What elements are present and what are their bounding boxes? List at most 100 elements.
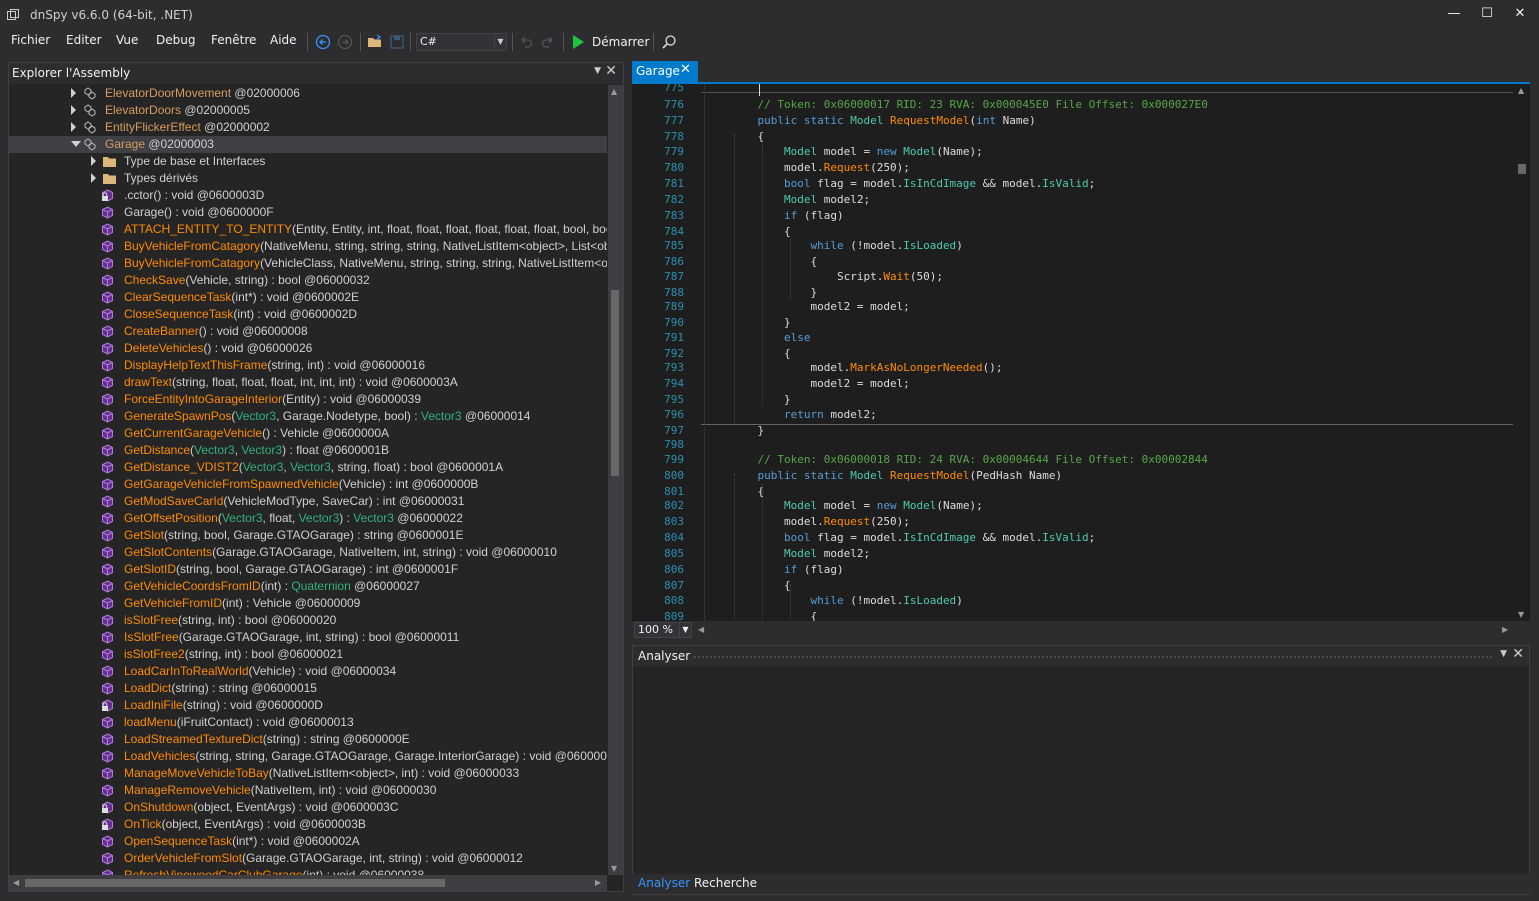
tree-row[interactable]: GetSlotContents(Garage.GTAOGarage, Nativ… (9, 544, 607, 561)
code-line[interactable]: { (731, 255, 817, 269)
tree-row[interactable]: DisplayHelpTextThisFrame(string, int) : … (9, 357, 607, 374)
tree-row[interactable]: drawText(string, float, float, float, in… (9, 374, 607, 391)
tree-row[interactable]: GetCurrentGarageVehicle() : Vehicle @060… (9, 425, 607, 442)
code-line[interactable]: } (731, 424, 764, 438)
save-icon[interactable] (389, 34, 405, 50)
scroll-thumb[interactable] (1518, 164, 1526, 174)
open-folder-icon[interactable] (367, 34, 383, 50)
code-line[interactable]: Model model2; (731, 193, 870, 207)
tree-row[interactable]: CreateBanner() : void @06000008 (9, 323, 607, 340)
code-line[interactable]: // Token: 0x06000017 RID: 23 RVA: 0x0000… (731, 98, 1207, 112)
close-icon[interactable]: ✕ (605, 63, 617, 79)
assembly-tree[interactable]: ElevatorDoorMovement @02000006 ElevatorDo… (9, 85, 607, 875)
tree-row[interactable]: ATTACH_ENTITY_TO_ENTITY(Entity, Entity, … (9, 221, 607, 238)
tree-row[interactable]: .cctor() : void @0600003D (9, 187, 607, 204)
minimize-button[interactable]: — (1439, 3, 1469, 25)
scroll-thumb[interactable] (611, 290, 619, 476)
tree-row[interactable]: ElevatorDoors @02000005 (9, 102, 607, 119)
tree-row[interactable]: Type de base et Interfaces (9, 153, 607, 170)
tree-row[interactable]: BuyVehicleFromCatagory(NativeMenu, strin… (9, 238, 607, 255)
tree-row[interactable]: ManageMoveVehicleToBay(NativeListItem<ob… (9, 765, 607, 782)
language-select[interactable]: C# ▼ (416, 33, 507, 51)
play-icon[interactable] (573, 35, 584, 49)
code-editor[interactable]: 775 776 // Token: 0x06000017 RID: 23 RVA:… (632, 84, 1530, 621)
scroll-up-icon[interactable]: ▲ (1518, 86, 1524, 95)
tree-row[interactable]: CheckSave(Vehicle, string) : bool @06000… (9, 272, 607, 289)
zoom-select[interactable]: 100 % ▼ (634, 622, 692, 638)
tree-row[interactable]: DeleteVehicles() : void @06000026 (9, 340, 607, 357)
tree-row[interactable]: BuyVehicleFromCatagory(VehicleClass, Nat… (9, 255, 607, 272)
tree-row[interactable]: ClearSequenceTask(int*) : void @0600002E (9, 289, 607, 306)
menu-fichier[interactable]: Fichier (11, 33, 50, 47)
code-line[interactable]: model.MarkAsNoLongerNeeded(); (731, 361, 1002, 375)
tree-row[interactable]: GetSlotID(string, bool, Garage.GTAOGarag… (9, 561, 607, 578)
code-line[interactable]: { (731, 130, 764, 144)
scroll-up-icon[interactable]: ▲ (611, 87, 617, 96)
code-line[interactable]: bool flag = model.IsInCdImage && model.I… (731, 531, 1095, 545)
scroll-left-icon[interactable]: ◀ (13, 878, 19, 887)
code-line[interactable]: while (!model.IsLoaded) (731, 239, 962, 253)
code-line[interactable]: // Token: 0x06000018 RID: 24 RVA: 0x0000… (731, 453, 1207, 467)
tree-row[interactable]: GetVehicleCoordsFromID(int) : Quaternion… (9, 578, 607, 595)
code-line[interactable]: } (731, 286, 817, 300)
code-line[interactable]: model2 = model; (731, 300, 909, 314)
scroll-right-icon[interactable]: ▶ (595, 878, 601, 887)
scroll-left-icon[interactable]: ◀ (698, 625, 704, 634)
scroll-thumb[interactable] (25, 879, 445, 887)
redo-icon[interactable] (540, 34, 556, 50)
chevron-down-icon[interactable]: ▼ (1500, 649, 1507, 659)
tree-row[interactable]: EntityFlickerEffect @02000002 (9, 119, 607, 136)
code-line[interactable]: else (731, 331, 811, 345)
tree-row[interactable]: Types dérivés (9, 170, 607, 187)
code-line[interactable]: public static Model RequestModel(int Nam… (731, 114, 1035, 128)
code-line[interactable]: { (731, 485, 764, 499)
collapsed-arrow-icon[interactable] (91, 156, 96, 166)
code-line[interactable]: model.Request(250); (731, 515, 910, 529)
tree-row[interactable]: GetModSaveCarId(VehicleModType, SaveCar)… (9, 493, 607, 510)
tree-row[interactable]: GetVehicleFromID(int) : Vehicle @0600000… (9, 595, 607, 612)
tree-row[interactable]: isSlotFree2(string, int) : bool @0600002… (9, 646, 607, 663)
code-line[interactable]: } (731, 393, 791, 407)
code-line[interactable]: Model model = new Model(Name); (731, 145, 983, 159)
code-view[interactable]: 775 776 // Token: 0x06000017 RID: 23 RVA:… (632, 84, 1514, 621)
navigate-forward-icon[interactable] (337, 34, 353, 50)
collapsed-arrow-icon[interactable] (71, 88, 76, 98)
scroll-down-icon[interactable]: ▼ (1518, 610, 1524, 619)
code-line[interactable]: bool flag = model.IsInCdImage && model.I… (731, 177, 1095, 191)
code-line[interactable]: model2 = model; (731, 377, 909, 391)
tree-row[interactable]: RefreshVinewoodCarClubGarage(int) : void… (9, 867, 607, 875)
chevron-down-icon[interactable]: ▼ (594, 66, 601, 76)
expanded-arrow-icon[interactable] (71, 141, 81, 147)
tree-row[interactable]: OpenSequenceTask(int*) : void @0600002A (9, 833, 607, 850)
tree-row[interactable]: ForceEntityIntoGarageInterior(Entity) : … (9, 391, 607, 408)
undo-icon[interactable] (518, 34, 534, 50)
tree-row[interactable]: GetOffsetPosition(Vector3, float, Vector… (9, 510, 607, 527)
tree-row[interactable]: loadMenu(iFruitContact) : void @06000013 (9, 714, 607, 731)
tree-row[interactable]: GetGarageVehicleFromSpawnedVehicle(Vehic… (9, 476, 607, 493)
code-line[interactable]: public static Model RequestModel(PedHash… (731, 469, 1062, 483)
menu-fenetre[interactable]: Fenêtre (211, 33, 256, 47)
tree-row[interactable]: ElevatorDoorMovement @02000006 (9, 85, 607, 102)
tab-analyser[interactable]: Analyser (638, 876, 690, 890)
menu-debug[interactable]: Debug (156, 33, 195, 47)
code-line[interactable]: { (731, 225, 791, 239)
code-line[interactable]: if (flag) (731, 209, 844, 223)
tree-row[interactable]: Garage() : void @0600000F (9, 204, 607, 221)
code-line[interactable]: while (!model.IsLoaded) (731, 594, 962, 608)
tree-row[interactable]: LoadIniFile(string) : void @0600000D (9, 697, 607, 714)
code-line[interactable]: { (731, 610, 817, 622)
tree-row[interactable]: GenerateSpawnPos(Vector3, Garage.Nodetyp… (9, 408, 607, 425)
tree-row[interactable]: GetDistance_VDIST2(Vector3, Vector3, str… (9, 459, 607, 476)
collapsed-arrow-icon[interactable] (71, 122, 76, 132)
scroll-down-icon[interactable]: ▼ (611, 864, 617, 873)
editor-vertical-scrollbar[interactable]: ▲ ▼ (1514, 84, 1530, 621)
close-window-button[interactable]: ✕ (1505, 3, 1535, 25)
tree-row[interactable]: OnTick(object, EventArgs) : void @060000… (9, 816, 607, 833)
search-icon[interactable] (661, 34, 677, 50)
tree-row[interactable]: ManageRemoveVehicle(NativeItem, int) : v… (9, 782, 607, 799)
collapsed-arrow-icon[interactable] (71, 105, 76, 115)
maximize-button[interactable]: ☐ (1472, 3, 1502, 25)
tree-row[interactable]: LoadStreamedTextureDict(string) : string… (9, 731, 607, 748)
code-line[interactable]: { (731, 579, 791, 593)
tree-row[interactable]: Garage @02000003 (9, 136, 607, 153)
